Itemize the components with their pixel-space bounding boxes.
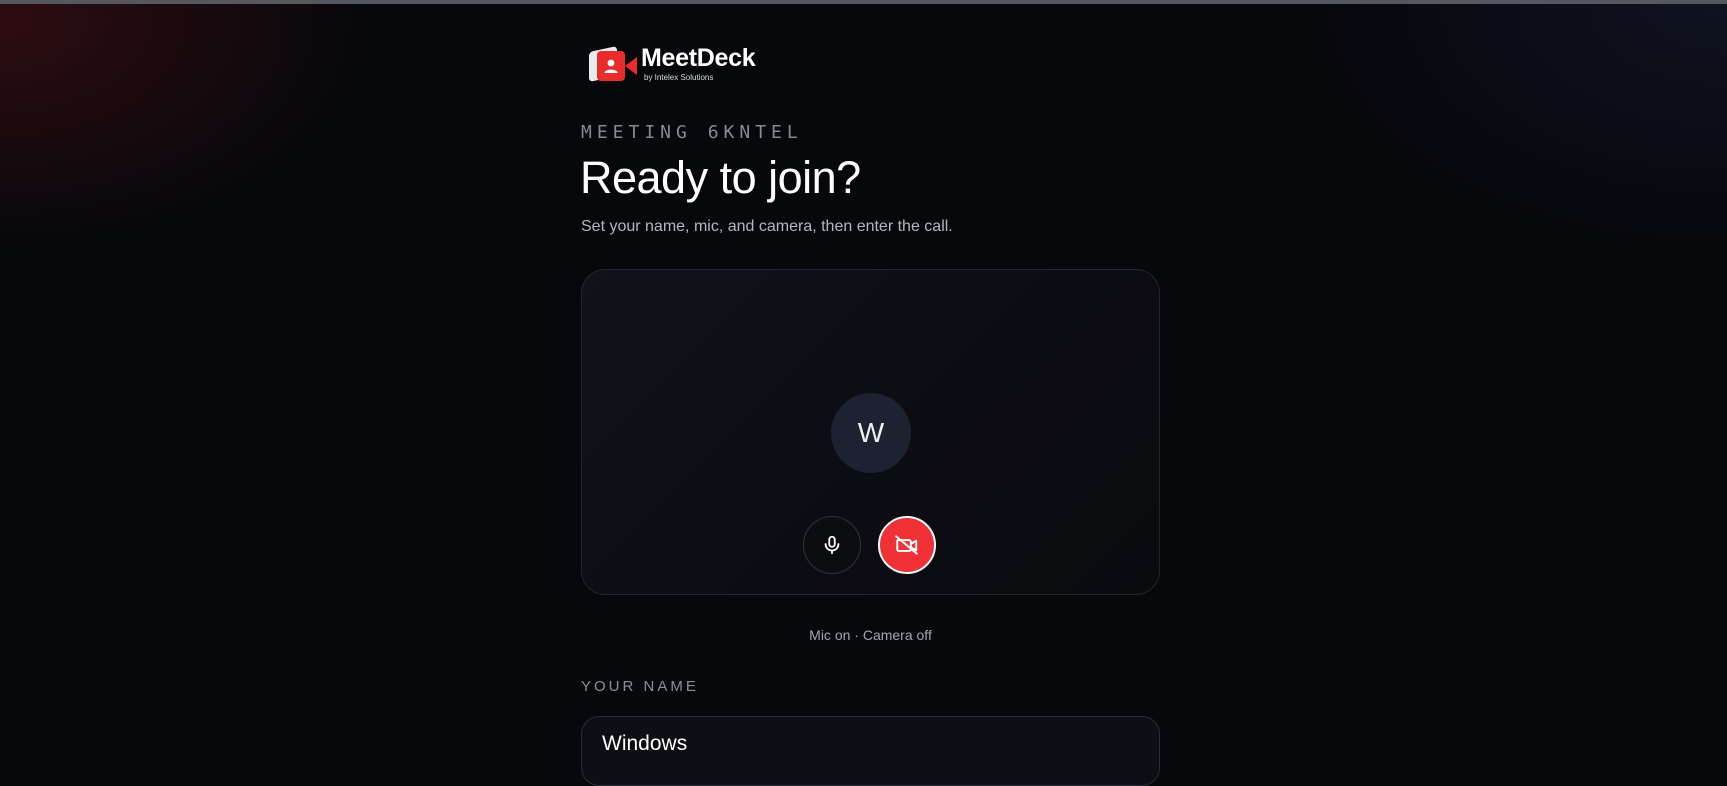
logo-subtitle: by Intelex Solutions: [644, 73, 714, 82]
mic-toggle-button[interactable]: [803, 516, 861, 574]
avatar: W: [831, 393, 911, 473]
camera-off-icon: [895, 535, 918, 555]
meetdeck-logo: MeetDeck by Intelex Solutions: [587, 42, 756, 86]
page-subtitle: Set your name, mic, and camera, then ent…: [581, 218, 953, 235]
name-field-label: YOUR NAME: [581, 678, 699, 695]
microphone-icon: [824, 535, 840, 555]
camera-user-icon: [587, 45, 637, 83]
logo-name: MeetDeck: [641, 44, 756, 72]
camera-toggle-button[interactable]: [878, 516, 936, 574]
page-title: Ready to join?: [580, 152, 861, 203]
meeting-code-label: MEETING 6KNTEL: [581, 122, 803, 143]
name-input[interactable]: [581, 716, 1160, 786]
device-status: Mic on · Camera off: [809, 627, 932, 643]
browser-top-edge: [0, 0, 1727, 4]
video-preview: W: [581, 269, 1160, 595]
